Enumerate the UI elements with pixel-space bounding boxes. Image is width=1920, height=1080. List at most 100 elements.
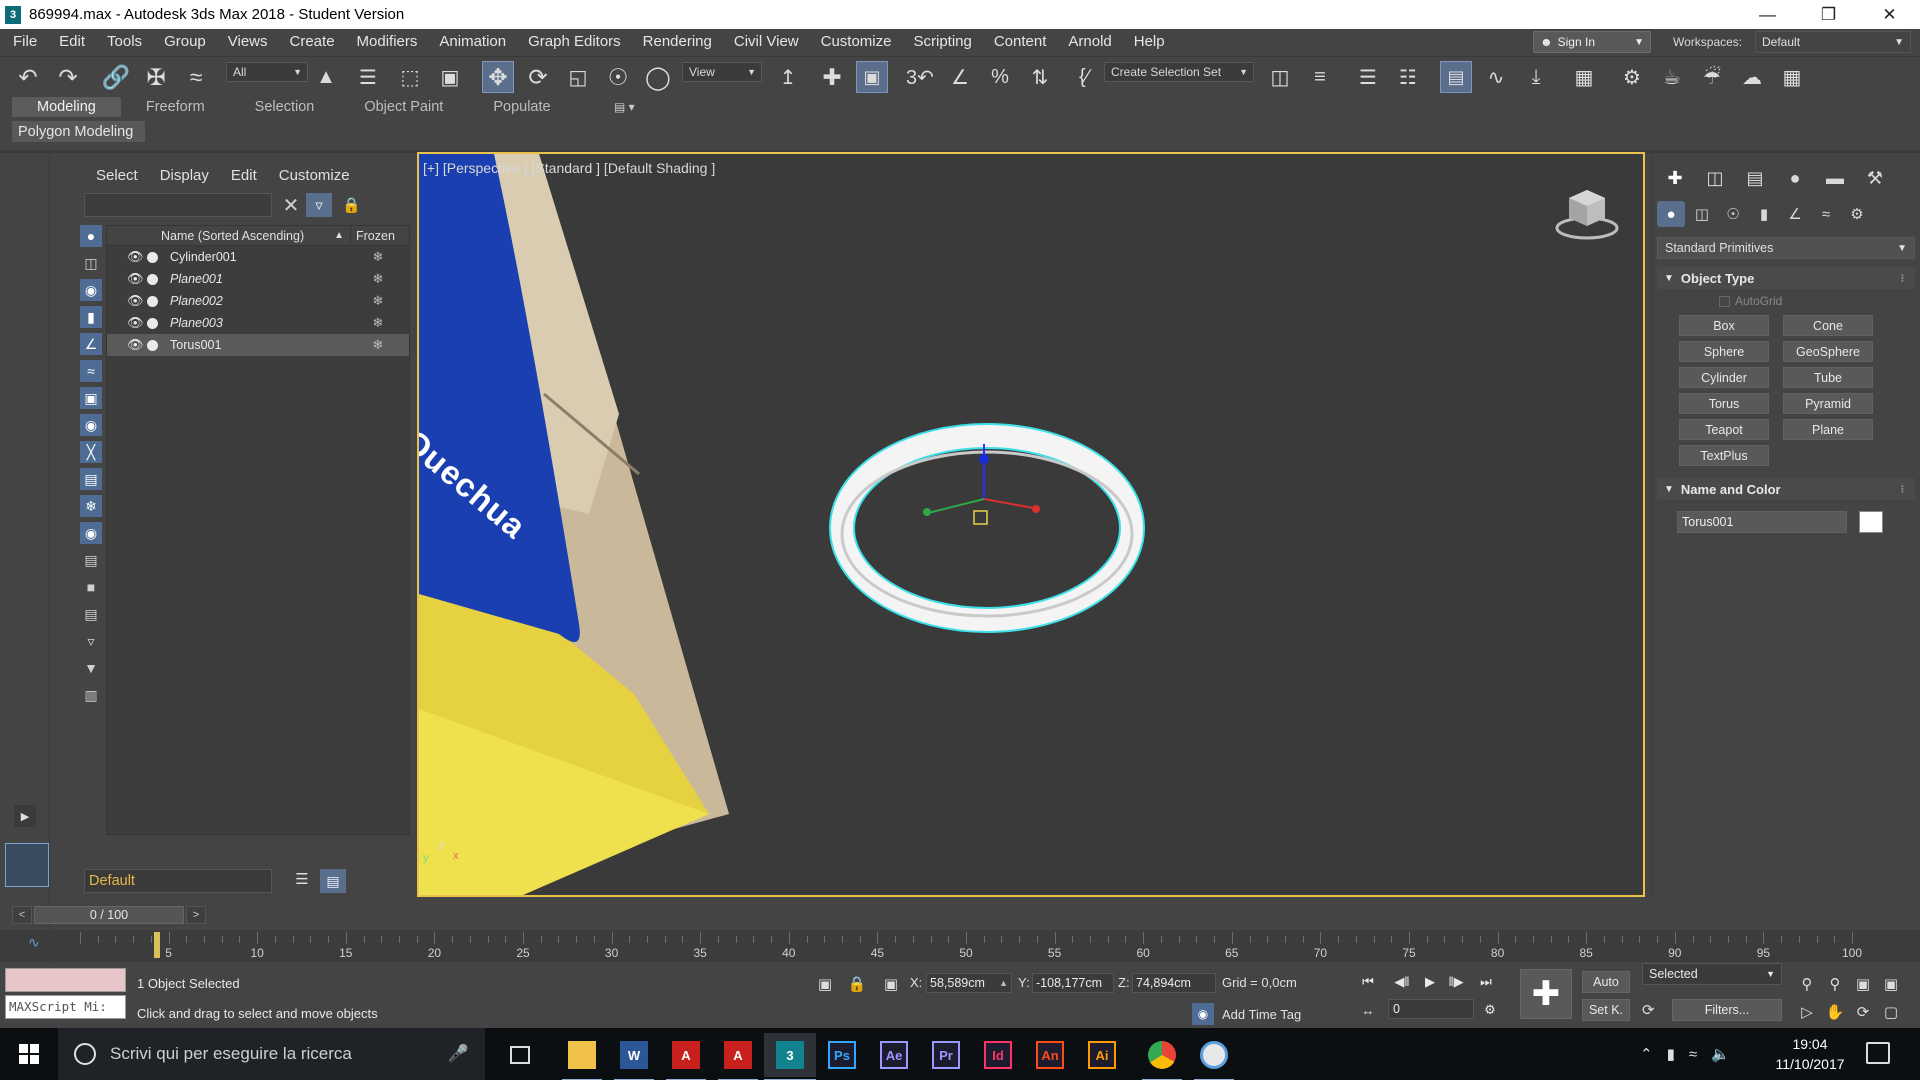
zoom-all-icon[interactable]: ⚲ <box>1824 973 1846 995</box>
invert-display-icon[interactable]: ▤ <box>80 603 102 625</box>
motion-tab-icon[interactable]: ● <box>1777 165 1813 191</box>
maximize-viewport-icon[interactable]: ▢ <box>1880 1001 1902 1023</box>
sign-in-dropdown[interactable]: ☻ Sign In ▼ <box>1533 31 1651 53</box>
ribbon-options-icon[interactable]: ▤ ▾ <box>614 100 635 114</box>
menu-scripting[interactable]: Scripting <box>902 29 982 55</box>
list-item[interactable]: 👁 Plane002 ❄ <box>107 290 409 312</box>
taskbar-app-autocad[interactable]: A <box>712 1033 764 1080</box>
tab-populate[interactable]: Populate <box>468 97 575 117</box>
window-crossing-icon[interactable]: ▣ <box>434 61 466 93</box>
frozen-snowflake-icon[interactable]: ❄ <box>347 315 409 331</box>
list-item[interactable]: 👁 Plane003 ❄ <box>107 312 409 334</box>
menu-civil-view[interactable]: Civil View <box>723 29 810 55</box>
z-coordinate-field[interactable]: 74,894cm <box>1132 973 1216 993</box>
list-item[interactable]: 👁 Plane001 ❄ <box>107 268 409 290</box>
object-name-field[interactable]: Torus001 <box>1677 511 1847 533</box>
mirror-icon[interactable]: ◫ <box>1264 61 1296 93</box>
maxscript-mini-listener[interactable]: MAXScript Mi: <box>5 995 126 1019</box>
track-bar[interactable]: ∿ 5 10 15 20 25 30 35 40 45 50 55 60 65 70 75 80 85 90 95 1… <box>0 930 1920 962</box>
menu-edit[interactable]: Edit <box>48 29 96 55</box>
taskbar-app-after-effects[interactable]: Ae <box>868 1033 920 1077</box>
taskbar-search-input[interactable]: Scrivi qui per eseguire la ricerca 🎤 <box>58 1028 485 1080</box>
task-view-icon[interactable] <box>494 1033 546 1077</box>
lights-filter-icon[interactable]: ◉ <box>80 279 102 301</box>
hierarchy-tab-icon[interactable]: ▤ <box>1737 165 1773 191</box>
go-to-end-icon[interactable]: ⏭ <box>1474 971 1498 993</box>
current-time-marker[interactable] <box>154 932 160 958</box>
wifi-icon[interactable]: ≈ <box>1689 1046 1697 1063</box>
menu-tools[interactable]: Tools <box>96 29 153 55</box>
selection-filter-dropdown[interactable]: All ▼ <box>226 62 308 82</box>
scene-explorer-toggle-icon[interactable]: ▤ <box>320 869 346 893</box>
containers-filter-icon[interactable]: ▤ <box>80 468 102 490</box>
taskbar-app-acrobat[interactable]: A <box>660 1033 712 1080</box>
torus-button[interactable]: Torus <box>1679 393 1769 414</box>
x-coordinate-field[interactable]: 58,589cm ▲ <box>926 973 1012 993</box>
menu-group[interactable]: Group <box>153 29 217 55</box>
keyboard-shortcut-override-icon[interactable]: ▣ <box>856 61 888 93</box>
name-and-color-rollout[interactable]: ▼ Name and Color ⋮ <box>1657 478 1915 500</box>
isolate-selection-icon[interactable]: ▣ <box>814 973 836 995</box>
menu-views[interactable]: Views <box>217 29 279 55</box>
display-none-icon[interactable]: ■ <box>80 576 102 598</box>
current-frame-field[interactable]: 0 <box>1388 999 1474 1019</box>
field-of-view-icon[interactable]: ▷ <box>1796 1001 1818 1023</box>
geometry-filter-icon[interactable]: ● <box>80 225 102 247</box>
menu-animation[interactable]: Animation <box>428 29 517 55</box>
create-tab-icon[interactable]: ✚ <box>1657 165 1693 191</box>
restore-button[interactable]: ❐ <box>1798 0 1859 29</box>
tab-modeling[interactable]: Modeling <box>12 97 121 117</box>
space-warps-category-icon[interactable]: ≈ <box>1812 201 1840 227</box>
menu-file[interactable]: File <box>0 29 48 55</box>
visibility-eye-icon[interactable]: 👁 <box>127 315 147 331</box>
render-production-icon[interactable]: ☔ <box>1696 61 1728 93</box>
select-by-name-icon[interactable]: ☰ <box>352 61 384 93</box>
taskbar-app-illustrator[interactable]: Ai <box>1076 1033 1128 1077</box>
frozen-filter-icon[interactable]: ❄ <box>80 495 102 517</box>
column-name[interactable]: Name (Sorted Ascending) ▲ <box>107 226 350 245</box>
cylinder-button[interactable]: Cylinder <box>1679 367 1769 388</box>
cameras-category-icon[interactable]: ▮ <box>1750 201 1778 227</box>
spinner-icon[interactable]: ▲ <box>999 974 1008 992</box>
viewport-label-menu[interactable]: [+] [Perspective ] [Standard ] [Default … <box>423 160 715 176</box>
helpers-filter-icon[interactable]: ∠ <box>80 333 102 355</box>
reference-coordinate-dropdown[interactable]: View ▼ <box>682 62 762 82</box>
render-setup-icon[interactable]: ⚙ <box>1616 61 1648 93</box>
close-button[interactable]: ✕ <box>1859 0 1920 29</box>
bones-filter-icon[interactable]: ╳ <box>80 441 102 463</box>
taskbar-app-file-explorer[interactable] <box>556 1033 608 1080</box>
previous-frame-icon[interactable]: ◀‖ <box>1390 971 1414 993</box>
rendered-frame-window-icon[interactable]: ☕ <box>1656 61 1688 93</box>
frozen-snowflake-icon[interactable]: ❄ <box>347 293 409 309</box>
pivot-icon[interactable]: ◯ <box>642 61 674 93</box>
menu-content[interactable]: Content <box>983 29 1058 55</box>
menu-modifiers[interactable]: Modifiers <box>346 29 429 55</box>
cameras-filter-icon[interactable]: ▮ <box>80 306 102 328</box>
previous-frame-arrow-icon[interactable]: < <box>12 906 32 924</box>
geosphere-button[interactable]: GeoSphere <box>1783 341 1873 362</box>
visibility-eye-icon[interactable]: 👁 <box>127 271 147 287</box>
taskbar-app-chrome[interactable] <box>1136 1033 1188 1080</box>
object-type-rollout[interactable]: ▼ Object Type ⋮ <box>1657 267 1915 289</box>
volume-icon[interactable]: 🔈 <box>1711 1045 1730 1063</box>
menu-create[interactable]: Create <box>279 29 346 55</box>
object-color-swatch[interactable] <box>1859 511 1883 533</box>
tube-button[interactable]: Tube <box>1783 367 1873 388</box>
edit-named-selection-icon[interactable]: {∕ <box>1068 61 1100 93</box>
sphere-button[interactable]: Sphere <box>1679 341 1769 362</box>
toggle-ribbon-icon[interactable]: ▤ <box>1440 61 1472 93</box>
tray-chevron-up-icon[interactable]: ⌃ <box>1640 1045 1653 1063</box>
xrefs-filter-icon[interactable]: ◉ <box>80 414 102 436</box>
polygon-modeling-panel[interactable]: Polygon Modeling <box>12 121 145 142</box>
link-icon[interactable]: 🔗 <box>100 61 132 93</box>
teapot-button[interactable]: Teapot <box>1679 419 1769 440</box>
select-and-rotate-icon[interactable]: ⟳ <box>522 61 554 93</box>
tab-object-paint[interactable]: Object Paint <box>339 97 468 117</box>
angle-snap-icon[interactable]: ∠ <box>944 61 976 93</box>
tab-freeform[interactable]: Freeform <box>121 97 230 117</box>
frozen-snowflake-icon[interactable]: ❄ <box>347 249 409 265</box>
rectangular-selection-icon[interactable]: ⬚ <box>394 61 426 93</box>
percent-snap-icon[interactable]: % <box>984 61 1016 93</box>
shapes-category-icon[interactable]: ◫ <box>1688 201 1716 227</box>
layers-icon[interactable]: ☰ <box>290 870 314 892</box>
